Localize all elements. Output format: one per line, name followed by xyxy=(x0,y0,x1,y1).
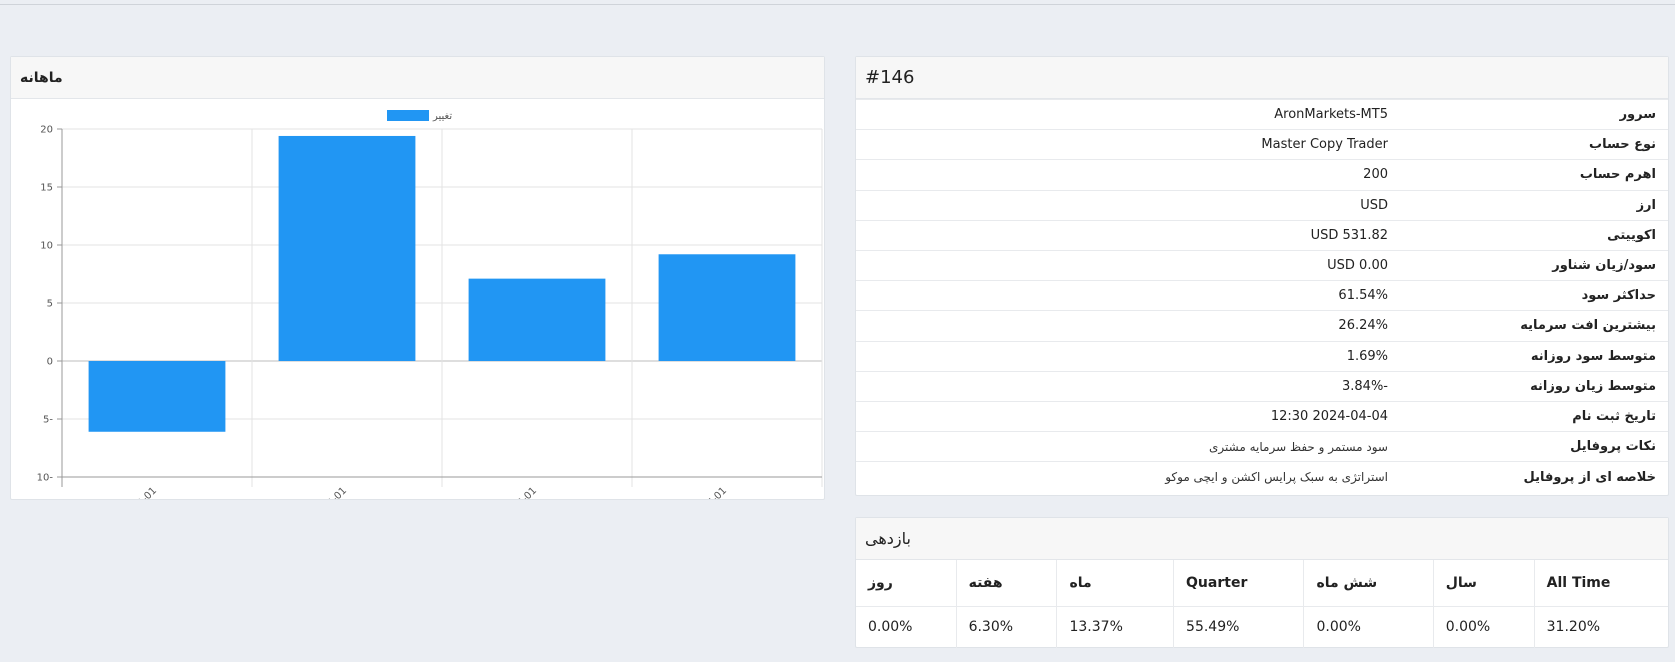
legend-label: تغییر xyxy=(432,111,452,122)
info-row: سرور AronMarkets-MT5 xyxy=(856,98,1668,130)
x-tick-label: 2024-07-01 xyxy=(680,485,729,499)
returns-title: بازدهی xyxy=(865,529,911,548)
info-row: نکات پروفایل سود مستمر و حفظ سرمایه مشتری xyxy=(856,431,1668,462)
info-label: سود/زیان شناور xyxy=(1388,249,1668,281)
x-tick-label: 2024-05-01 xyxy=(300,485,349,499)
info-row: تاریخ ثبت نام 12:30 2024-04-04 xyxy=(856,400,1668,432)
info-row: ارز USD xyxy=(856,189,1668,221)
info-label: اکوییتی xyxy=(1388,219,1668,251)
returns-value: 0.00% xyxy=(1432,606,1535,648)
returns-column-header: Quarter xyxy=(1173,560,1304,607)
info-value: Master Copy Trader xyxy=(856,129,1388,160)
monthly-header: ماهانه xyxy=(11,57,824,99)
y-tick-label: 15 xyxy=(40,183,53,194)
info-label: متوسط زیان روزانه xyxy=(1388,370,1668,402)
info-label: تاریخ ثبت نام xyxy=(1388,400,1668,432)
info-row: خلاصه ای از پروفایل استراتژی به سبک پرایس… xyxy=(856,461,1668,492)
y-tick-label: 20 xyxy=(40,125,53,136)
returns-value: 31.20% xyxy=(1533,606,1668,648)
info-value: 26.24% xyxy=(856,310,1388,341)
info-label: نوع حساب xyxy=(1388,129,1668,160)
returns-column-header: ماه xyxy=(1056,560,1174,607)
returns-column-header: شش ماه xyxy=(1303,560,1434,607)
y-tick-label: 10- xyxy=(37,473,54,484)
returns-card: بازدهی All Time سال شش ماه Quarter ماه هفته رو… xyxy=(855,517,1669,648)
info-label: ارز xyxy=(1388,189,1668,221)
bar xyxy=(658,254,796,361)
account-info-table: سرور AronMarkets-MT5 نوع حساب Master Copy T… xyxy=(856,98,1668,492)
legend-swatch xyxy=(387,110,429,121)
account-info-card: #146 سرور AronMarkets-MT5 نوع حساب Master C… xyxy=(855,56,1669,496)
account-id: #146 xyxy=(865,67,915,88)
info-label: نکات پروفایل xyxy=(1388,431,1668,462)
returns-column-header: سال xyxy=(1432,560,1535,607)
info-value: سود مستمر و حفظ سرمایه مشتری xyxy=(856,431,1388,462)
info-value: 200 xyxy=(856,159,1388,191)
monthly-title: ماهانه xyxy=(20,69,63,86)
y-tick-label: 0 xyxy=(47,357,53,368)
info-value: 12:30 2024-04-04 xyxy=(856,400,1388,432)
returns-value: 0.00% xyxy=(1303,606,1434,648)
returns-value: 6.30% xyxy=(955,606,1057,648)
info-label: خلاصه ای از پروفایل xyxy=(1388,461,1668,492)
info-value: USD xyxy=(856,189,1388,221)
monthly-chart-card: ماهانه 20 15 10 5 0 5- 10- 2024-04-01 2024-05-01… xyxy=(10,56,825,500)
info-value: USD 0.00 xyxy=(856,249,1388,281)
returns-value: 13.37% xyxy=(1056,606,1174,648)
x-tick-label: 2024-06-01 xyxy=(490,485,539,499)
info-row: اکوییتی USD 531.82 xyxy=(856,219,1668,251)
y-tick-label: 10 xyxy=(40,241,53,252)
info-label: متوسط سود روزانه xyxy=(1388,340,1668,372)
returns-value: 55.49% xyxy=(1173,606,1304,648)
returns-column-header: روز xyxy=(856,560,957,607)
info-row: حداکثر سود 61.54% xyxy=(856,280,1668,311)
info-value: 61.54% xyxy=(856,280,1388,311)
info-row: نوع حساب Master Copy Trader xyxy=(856,129,1668,160)
info-label: حداکثر سود xyxy=(1388,280,1668,311)
info-value: استراتژی به سبک پرایس اکشن و ایچی موکو xyxy=(856,461,1388,492)
bar xyxy=(278,135,416,361)
info-value: AronMarkets-MT5 xyxy=(856,98,1388,130)
returns-column-header: هفته xyxy=(955,560,1057,607)
info-value: USD 531.82 xyxy=(856,219,1388,251)
returns-table: All Time سال شش ماه Quarter ماه هفته روز 31.20… xyxy=(856,560,1668,648)
monthly-bar-chart: 20 15 10 5 0 5- 10- 2024-04-01 2024-05-01 2024-06… xyxy=(37,110,823,499)
info-row: متوسط زیان روزانه 3.84%- xyxy=(856,370,1668,402)
returns-column-header: All Time xyxy=(1533,560,1668,607)
info-row: بیشترین افت سرمایه 26.24% xyxy=(856,310,1668,341)
y-tick-label: 5 xyxy=(47,299,53,310)
account-id-header: #146 xyxy=(856,57,1668,99)
info-row: متوسط سود روزانه 1.69% xyxy=(856,340,1668,372)
bar xyxy=(468,278,606,361)
info-label: سرور xyxy=(1388,98,1668,130)
x-tick-label: 2024-04-01 xyxy=(110,485,159,499)
top-divider xyxy=(0,0,1675,5)
info-label: اهرم حساب xyxy=(1388,159,1668,191)
info-value: 1.69% xyxy=(856,340,1388,372)
bar xyxy=(88,361,226,432)
returns-value: 0.00% xyxy=(868,619,913,636)
info-row: اهرم حساب 200 xyxy=(856,159,1668,191)
info-label: بیشترین افت سرمایه xyxy=(1388,310,1668,341)
info-row: سود/زیان شناور USD 0.00 xyxy=(856,249,1668,281)
y-tick-label: 5- xyxy=(43,415,53,426)
info-value: 3.84%- xyxy=(856,370,1388,402)
returns-header: بازدهی xyxy=(856,518,1668,560)
